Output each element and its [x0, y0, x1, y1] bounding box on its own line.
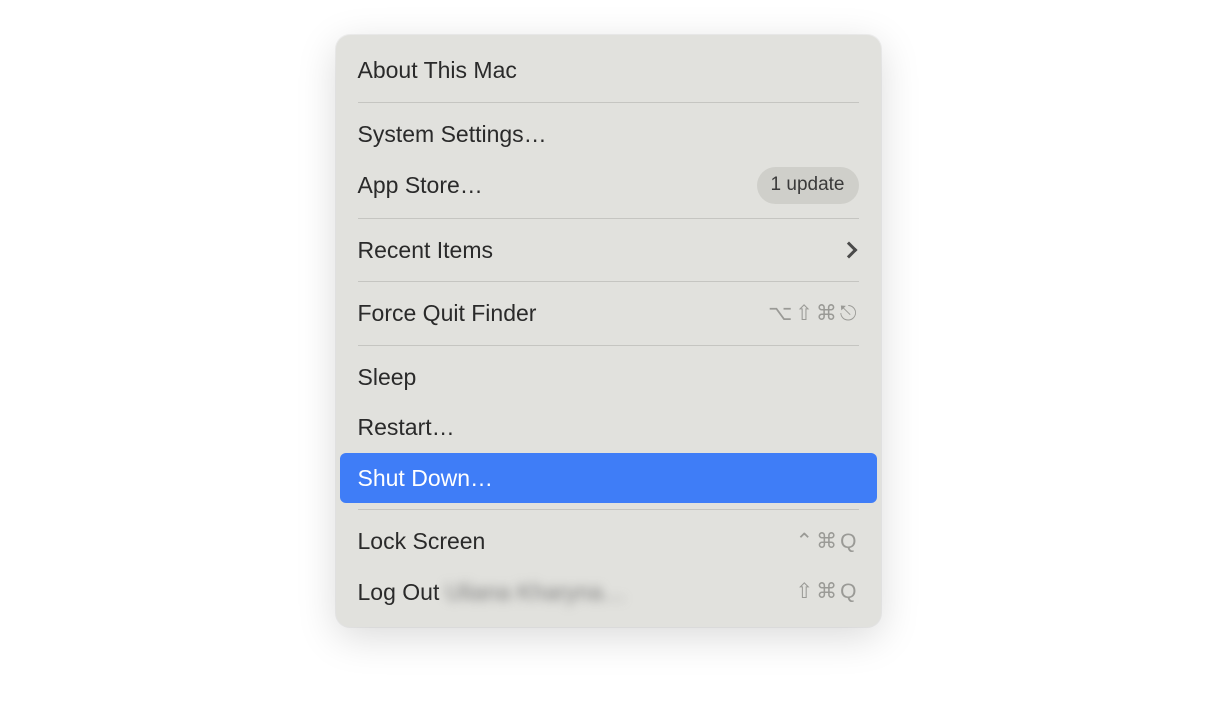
menu-divider [358, 102, 859, 103]
keyboard-shortcut: ⌃ ⌘ Q [796, 526, 859, 558]
menu-item-recent-items[interactable]: Recent Items [336, 225, 881, 276]
menu-divider [358, 281, 859, 282]
keyboard-shortcut: ⇧ ⌘ Q [796, 576, 859, 608]
update-badge: 1 update [757, 167, 859, 204]
shortcut-key: Q [840, 576, 858, 608]
shift-key-icon: ⇧ [795, 298, 815, 330]
shift-key-icon: ⇧ [796, 576, 816, 608]
menu-item-lock-screen[interactable]: Lock Screen ⌃ ⌘ Q [336, 516, 881, 567]
menu-divider [358, 509, 859, 510]
option-key-icon: ⌥ [768, 298, 794, 330]
control-key-icon: ⌃ [796, 526, 816, 558]
menu-item-label: Restart… [358, 410, 455, 445]
menu-item-force-quit[interactable]: Force Quit Finder ⌥ ⇧ ⌘ ⎋ [336, 288, 881, 339]
command-key-icon: ⌘ [816, 526, 839, 558]
menu-item-label: Shut Down… [358, 461, 494, 496]
menu-item-label: Log Out [358, 575, 440, 610]
command-key-icon: ⌘ [816, 576, 839, 608]
menu-divider [358, 218, 859, 219]
menu-item-label-row: Log Out Uliana Kharyna… [358, 575, 626, 610]
escape-key-icon: ⎋ [840, 298, 859, 330]
menu-item-label: App Store… [358, 168, 483, 203]
menu-divider [358, 345, 859, 346]
apple-menu: About This Mac System Settings… App Stor… [336, 35, 881, 627]
menu-item-sleep[interactable]: Sleep [336, 352, 881, 403]
menu-item-label: Lock Screen [358, 524, 486, 559]
keyboard-shortcut: ⌥ ⇧ ⌘ ⎋ [768, 298, 858, 330]
command-key-icon: ⌘ [816, 298, 839, 330]
shortcut-key: Q [840, 526, 858, 558]
menu-item-about-this-mac[interactable]: About This Mac [336, 45, 881, 96]
menu-item-label: About This Mac [358, 53, 517, 88]
menu-item-label: System Settings… [358, 117, 547, 152]
chevron-right-icon [840, 241, 857, 258]
menu-item-label: Force Quit Finder [358, 296, 537, 331]
menu-item-system-settings[interactable]: System Settings… [336, 109, 881, 160]
menu-item-log-out[interactable]: Log Out Uliana Kharyna… ⇧ ⌘ Q [336, 567, 881, 618]
menu-item-shut-down[interactable]: Shut Down… [340, 453, 877, 504]
menu-item-label: Sleep [358, 360, 417, 395]
menu-item-app-store[interactable]: App Store… 1 update [336, 159, 881, 212]
user-name-redacted: Uliana Kharyna… [445, 575, 625, 610]
menu-item-label: Recent Items [358, 233, 494, 268]
menu-item-restart[interactable]: Restart… [336, 402, 881, 453]
